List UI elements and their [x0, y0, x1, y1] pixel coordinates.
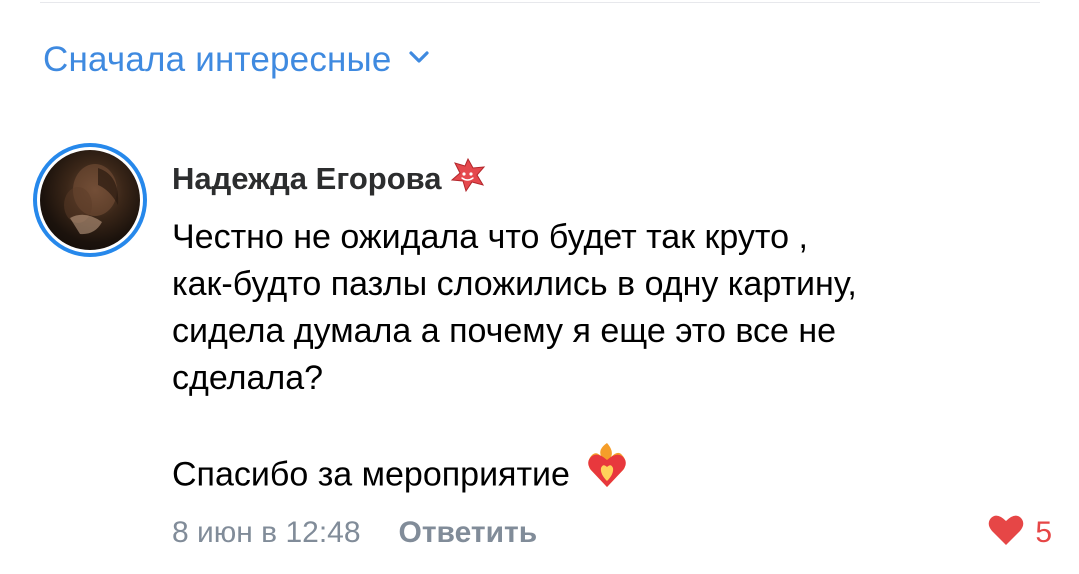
chevron-down-icon	[408, 50, 430, 64]
heart-on-fire-icon	[584, 441, 630, 504]
avatar-photo	[40, 150, 140, 250]
like-count: 5	[1035, 515, 1052, 549]
author-name[interactable]: Надежда Егорова	[172, 161, 442, 197]
comments-section: Сначала интересные Надежда Егорова Честн…	[0, 0, 1079, 574]
avatar[interactable]	[33, 143, 147, 257]
comment-line: сидела думала а почему я еще это все не	[172, 312, 837, 350]
comment-timestamp: 8 июн в 12:48	[172, 516, 361, 549]
reply-button[interactable]: Ответить	[399, 516, 538, 550]
comment-thanks: Спасибо за мероприятие	[172, 455, 570, 494]
comment-line: как-будто пазлы сложились в одну картину…	[172, 265, 857, 303]
divider	[40, 2, 1040, 3]
red-star-sticker-icon	[448, 157, 488, 193]
sort-dropdown[interactable]: Сначала интересные	[43, 38, 430, 82]
heart-icon	[987, 513, 1025, 552]
like-button[interactable]: 5	[987, 513, 1052, 552]
sort-label: Сначала интересные	[43, 40, 392, 79]
comment-text: Честно не ожидала что будет так круто , …	[172, 214, 1032, 504]
comment-line: сделала?	[172, 359, 324, 397]
comment-line: Честно не ожидала что будет так круто ,	[172, 218, 808, 256]
